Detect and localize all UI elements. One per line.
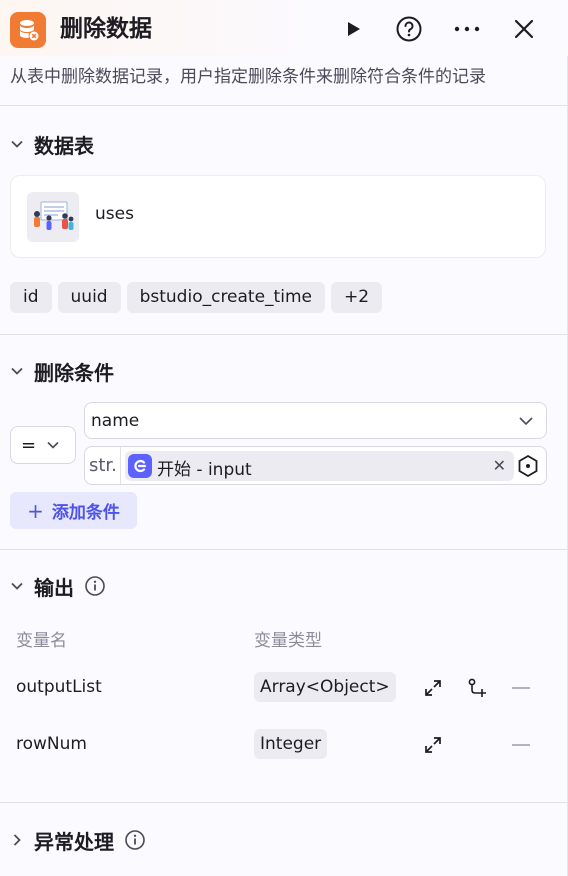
operator-value: = bbox=[21, 434, 37, 456]
chevron-down-icon bbox=[11, 367, 23, 375]
expand-icon bbox=[425, 737, 441, 753]
variable-picker-icon[interactable] bbox=[516, 454, 540, 478]
info-icon[interactable] bbox=[124, 829, 146, 851]
remove-output-button[interactable] bbox=[512, 687, 530, 689]
database-delete-icon bbox=[10, 12, 46, 48]
chevron-down-icon bbox=[11, 582, 23, 590]
table-thumbnail-icon bbox=[27, 192, 79, 242]
field-tag: bstudio_create_time bbox=[126, 282, 325, 313]
table-section-toggle[interactable]: 数据表 bbox=[10, 129, 94, 159]
node-description: 从表中删除数据记录，用户指定删除条件来删除符合条件的记录 bbox=[10, 67, 486, 87]
operator-select[interactable]: = bbox=[10, 426, 76, 464]
add-child-icon bbox=[468, 678, 486, 697]
more-button[interactable] bbox=[452, 14, 482, 44]
expand-button[interactable] bbox=[420, 732, 446, 758]
value-type-label: str. bbox=[89, 455, 117, 476]
output-var-name: outputList bbox=[16, 677, 102, 697]
divider bbox=[0, 105, 568, 106]
field-select-value: name bbox=[91, 411, 140, 431]
field-tag: id bbox=[10, 282, 52, 313]
question-icon bbox=[396, 16, 422, 42]
field-tags: id uuid bstudio_create_time +2 bbox=[10, 282, 383, 313]
table-card[interactable]: uses bbox=[10, 175, 546, 258]
chevron-down-icon bbox=[11, 140, 23, 148]
remove-reference-icon[interactable]: ✕ bbox=[493, 456, 506, 475]
output-var-name: rowNum bbox=[16, 734, 87, 754]
table-name: uses bbox=[95, 204, 134, 224]
column-header-name: 变量名 bbox=[16, 631, 67, 651]
help-button[interactable] bbox=[394, 14, 424, 44]
play-icon bbox=[348, 22, 360, 36]
chevron-down-icon bbox=[519, 417, 533, 426]
divider bbox=[120, 447, 121, 484]
output-section-toggle[interactable]: 输出 bbox=[10, 571, 106, 601]
node-config-panel: 删除数据 从表中删除数据记录，用户指定删除条件来删除符合条件的记录 数据表 us… bbox=[0, 0, 568, 876]
chevron-right-icon bbox=[13, 834, 21, 846]
exception-section-title: 异常处理 bbox=[34, 829, 114, 854]
column-header-type: 变量类型 bbox=[254, 631, 322, 651]
field-select[interactable]: name bbox=[84, 402, 547, 439]
exception-section-toggle[interactable]: 异常处理 bbox=[10, 825, 146, 855]
panel-header: 删除数据 bbox=[0, 0, 568, 56]
divider bbox=[0, 549, 568, 550]
close-button[interactable] bbox=[509, 14, 539, 44]
remove-output-button[interactable] bbox=[512, 744, 530, 746]
table-section-title: 数据表 bbox=[34, 133, 94, 158]
add-subfield-button[interactable] bbox=[464, 675, 490, 701]
close-icon bbox=[514, 19, 534, 39]
more-fields-tag[interactable]: +2 bbox=[330, 282, 383, 313]
add-condition-button[interactable]: + 添加条件 bbox=[10, 492, 137, 529]
start-node-icon bbox=[128, 454, 152, 478]
divider bbox=[0, 334, 568, 335]
run-button[interactable] bbox=[338, 14, 368, 44]
plus-icon: + bbox=[27, 498, 44, 523]
condition-section-toggle[interactable]: 删除条件 bbox=[10, 356, 114, 386]
field-tag: uuid bbox=[57, 282, 121, 313]
output-section-title: 输出 bbox=[34, 575, 74, 600]
chevron-down-icon bbox=[47, 441, 59, 449]
expand-icon bbox=[425, 680, 441, 696]
condition-value-input[interactable]: str. 开始 - input ✕ bbox=[84, 446, 547, 485]
divider bbox=[0, 802, 568, 803]
output-var-type: Array<Object> bbox=[254, 672, 396, 702]
expand-button[interactable] bbox=[420, 675, 446, 701]
more-icon bbox=[454, 26, 480, 32]
info-icon[interactable] bbox=[84, 575, 106, 597]
output-var-type: Integer bbox=[254, 729, 328, 759]
page-title: 删除数据 bbox=[60, 16, 152, 42]
condition-section-title: 删除条件 bbox=[34, 360, 114, 385]
variable-reference-chip[interactable]: 开始 - input ✕ bbox=[125, 451, 514, 481]
add-condition-label: 添加条件 bbox=[51, 503, 120, 523]
variable-reference-text: 开始 - input bbox=[157, 460, 252, 480]
